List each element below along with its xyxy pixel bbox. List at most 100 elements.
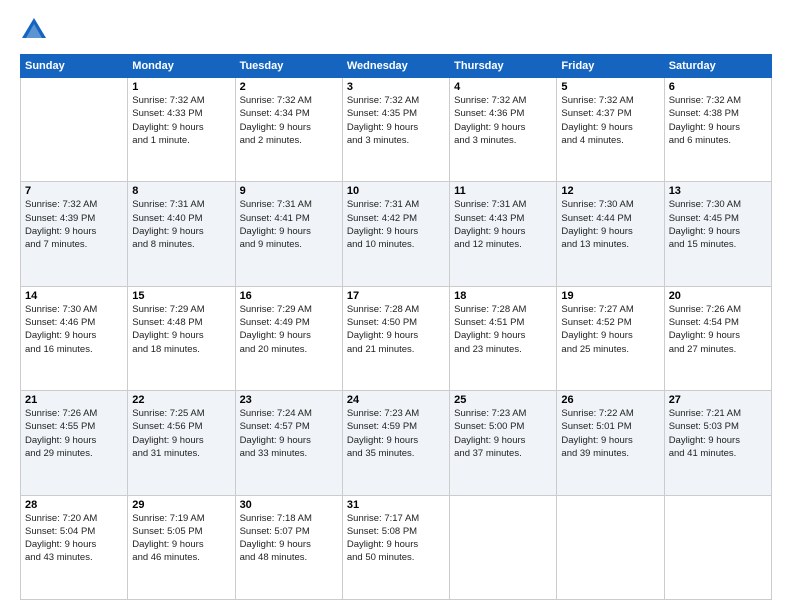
day-cell: 25Sunrise: 7:23 AM Sunset: 5:00 PM Dayli… (450, 391, 557, 495)
day-info: Sunrise: 7:20 AM Sunset: 5:04 PM Dayligh… (25, 512, 123, 565)
day-cell: 2Sunrise: 7:32 AM Sunset: 4:34 PM Daylig… (235, 78, 342, 182)
day-cell: 13Sunrise: 7:30 AM Sunset: 4:45 PM Dayli… (664, 182, 771, 286)
day-number: 13 (669, 185, 767, 197)
day-cell: 11Sunrise: 7:31 AM Sunset: 4:43 PM Dayli… (450, 182, 557, 286)
col-monday: Monday (128, 55, 235, 78)
day-number: 20 (669, 290, 767, 302)
col-saturday: Saturday (664, 55, 771, 78)
page: Sunday Monday Tuesday Wednesday Thursday… (0, 0, 792, 612)
day-info: Sunrise: 7:32 AM Sunset: 4:39 PM Dayligh… (25, 198, 123, 251)
day-number: 28 (25, 499, 123, 511)
day-info: Sunrise: 7:32 AM Sunset: 4:38 PM Dayligh… (669, 94, 767, 147)
col-tuesday: Tuesday (235, 55, 342, 78)
day-number: 30 (240, 499, 338, 511)
day-number: 3 (347, 81, 445, 93)
day-cell: 23Sunrise: 7:24 AM Sunset: 4:57 PM Dayli… (235, 391, 342, 495)
day-info: Sunrise: 7:31 AM Sunset: 4:42 PM Dayligh… (347, 198, 445, 251)
day-info: Sunrise: 7:29 AM Sunset: 4:48 PM Dayligh… (132, 303, 230, 356)
day-number: 10 (347, 185, 445, 197)
week-row-5: 28Sunrise: 7:20 AM Sunset: 5:04 PM Dayli… (21, 495, 772, 599)
day-info: Sunrise: 7:30 AM Sunset: 4:45 PM Dayligh… (669, 198, 767, 251)
day-number: 7 (25, 185, 123, 197)
day-info: Sunrise: 7:27 AM Sunset: 4:52 PM Dayligh… (561, 303, 659, 356)
day-info: Sunrise: 7:25 AM Sunset: 4:56 PM Dayligh… (132, 407, 230, 460)
day-info: Sunrise: 7:31 AM Sunset: 4:40 PM Dayligh… (132, 198, 230, 251)
day-info: Sunrise: 7:26 AM Sunset: 4:55 PM Dayligh… (25, 407, 123, 460)
day-cell: 30Sunrise: 7:18 AM Sunset: 5:07 PM Dayli… (235, 495, 342, 599)
day-info: Sunrise: 7:32 AM Sunset: 4:35 PM Dayligh… (347, 94, 445, 147)
day-cell: 5Sunrise: 7:32 AM Sunset: 4:37 PM Daylig… (557, 78, 664, 182)
header-row: Sunday Monday Tuesday Wednesday Thursday… (21, 55, 772, 78)
day-cell: 26Sunrise: 7:22 AM Sunset: 5:01 PM Dayli… (557, 391, 664, 495)
day-cell: 8Sunrise: 7:31 AM Sunset: 4:40 PM Daylig… (128, 182, 235, 286)
col-sunday: Sunday (21, 55, 128, 78)
day-info: Sunrise: 7:28 AM Sunset: 4:51 PM Dayligh… (454, 303, 552, 356)
day-number: 17 (347, 290, 445, 302)
week-row-4: 21Sunrise: 7:26 AM Sunset: 4:55 PM Dayli… (21, 391, 772, 495)
day-cell: 9Sunrise: 7:31 AM Sunset: 4:41 PM Daylig… (235, 182, 342, 286)
day-number: 29 (132, 499, 230, 511)
day-number: 2 (240, 81, 338, 93)
col-friday: Friday (557, 55, 664, 78)
day-info: Sunrise: 7:19 AM Sunset: 5:05 PM Dayligh… (132, 512, 230, 565)
day-info: Sunrise: 7:32 AM Sunset: 4:34 PM Dayligh… (240, 94, 338, 147)
day-number: 9 (240, 185, 338, 197)
day-info: Sunrise: 7:22 AM Sunset: 5:01 PM Dayligh… (561, 407, 659, 460)
day-cell: 12Sunrise: 7:30 AM Sunset: 4:44 PM Dayli… (557, 182, 664, 286)
day-cell: 18Sunrise: 7:28 AM Sunset: 4:51 PM Dayli… (450, 286, 557, 390)
day-info: Sunrise: 7:31 AM Sunset: 4:43 PM Dayligh… (454, 198, 552, 251)
day-cell: 6Sunrise: 7:32 AM Sunset: 4:38 PM Daylig… (664, 78, 771, 182)
day-info: Sunrise: 7:18 AM Sunset: 5:07 PM Dayligh… (240, 512, 338, 565)
day-number: 21 (25, 394, 123, 406)
day-cell: 4Sunrise: 7:32 AM Sunset: 4:36 PM Daylig… (450, 78, 557, 182)
day-info: Sunrise: 7:30 AM Sunset: 4:46 PM Dayligh… (25, 303, 123, 356)
day-cell: 15Sunrise: 7:29 AM Sunset: 4:48 PM Dayli… (128, 286, 235, 390)
day-cell: 17Sunrise: 7:28 AM Sunset: 4:50 PM Dayli… (342, 286, 449, 390)
day-number: 26 (561, 394, 659, 406)
day-info: Sunrise: 7:32 AM Sunset: 4:33 PM Dayligh… (132, 94, 230, 147)
week-row-3: 14Sunrise: 7:30 AM Sunset: 4:46 PM Dayli… (21, 286, 772, 390)
day-cell (21, 78, 128, 182)
day-number: 25 (454, 394, 552, 406)
day-number: 16 (240, 290, 338, 302)
day-info: Sunrise: 7:17 AM Sunset: 5:08 PM Dayligh… (347, 512, 445, 565)
day-number: 11 (454, 185, 552, 197)
day-info: Sunrise: 7:23 AM Sunset: 5:00 PM Dayligh… (454, 407, 552, 460)
day-info: Sunrise: 7:24 AM Sunset: 4:57 PM Dayligh… (240, 407, 338, 460)
day-cell: 1Sunrise: 7:32 AM Sunset: 4:33 PM Daylig… (128, 78, 235, 182)
day-info: Sunrise: 7:26 AM Sunset: 4:54 PM Dayligh… (669, 303, 767, 356)
day-info: Sunrise: 7:28 AM Sunset: 4:50 PM Dayligh… (347, 303, 445, 356)
day-info: Sunrise: 7:21 AM Sunset: 5:03 PM Dayligh… (669, 407, 767, 460)
day-cell: 10Sunrise: 7:31 AM Sunset: 4:42 PM Dayli… (342, 182, 449, 286)
day-cell: 7Sunrise: 7:32 AM Sunset: 4:39 PM Daylig… (21, 182, 128, 286)
day-cell: 29Sunrise: 7:19 AM Sunset: 5:05 PM Dayli… (128, 495, 235, 599)
day-number: 19 (561, 290, 659, 302)
day-info: Sunrise: 7:32 AM Sunset: 4:37 PM Dayligh… (561, 94, 659, 147)
day-number: 23 (240, 394, 338, 406)
day-number: 24 (347, 394, 445, 406)
day-cell (450, 495, 557, 599)
day-cell: 31Sunrise: 7:17 AM Sunset: 5:08 PM Dayli… (342, 495, 449, 599)
day-number: 4 (454, 81, 552, 93)
day-cell: 21Sunrise: 7:26 AM Sunset: 4:55 PM Dayli… (21, 391, 128, 495)
week-row-1: 1Sunrise: 7:32 AM Sunset: 4:33 PM Daylig… (21, 78, 772, 182)
day-cell (664, 495, 771, 599)
day-cell: 14Sunrise: 7:30 AM Sunset: 4:46 PM Dayli… (21, 286, 128, 390)
calendar-body: 1Sunrise: 7:32 AM Sunset: 4:33 PM Daylig… (21, 78, 772, 600)
day-info: Sunrise: 7:31 AM Sunset: 4:41 PM Dayligh… (240, 198, 338, 251)
day-number: 14 (25, 290, 123, 302)
week-row-2: 7Sunrise: 7:32 AM Sunset: 4:39 PM Daylig… (21, 182, 772, 286)
day-cell: 28Sunrise: 7:20 AM Sunset: 5:04 PM Dayli… (21, 495, 128, 599)
header (20, 16, 772, 44)
day-cell: 3Sunrise: 7:32 AM Sunset: 4:35 PM Daylig… (342, 78, 449, 182)
day-cell: 20Sunrise: 7:26 AM Sunset: 4:54 PM Dayli… (664, 286, 771, 390)
day-number: 27 (669, 394, 767, 406)
day-info: Sunrise: 7:32 AM Sunset: 4:36 PM Dayligh… (454, 94, 552, 147)
col-thursday: Thursday (450, 55, 557, 78)
day-number: 6 (669, 81, 767, 93)
day-number: 31 (347, 499, 445, 511)
day-info: Sunrise: 7:30 AM Sunset: 4:44 PM Dayligh… (561, 198, 659, 251)
day-number: 18 (454, 290, 552, 302)
day-number: 5 (561, 81, 659, 93)
day-cell: 24Sunrise: 7:23 AM Sunset: 4:59 PM Dayli… (342, 391, 449, 495)
